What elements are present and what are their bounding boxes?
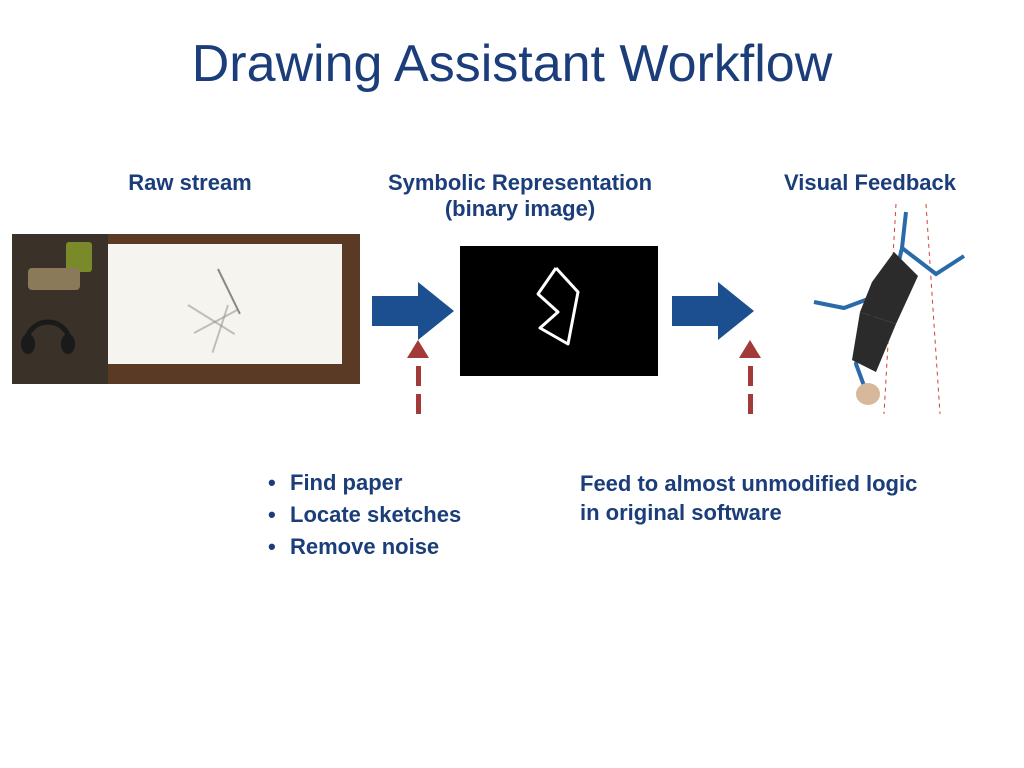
workflow-row	[0, 234, 1024, 404]
processing-step: Locate sketches	[268, 502, 548, 528]
feed-note: Feed to almost unmodified logic in origi…	[580, 470, 920, 527]
processing-step: Find paper	[268, 470, 548, 496]
label-symbolic-line2: (binary image)	[445, 196, 595, 221]
arrow-right-icon	[672, 282, 754, 345]
raw-stream-image	[12, 234, 360, 384]
label-raw-stream: Raw stream	[40, 170, 340, 196]
drawing-board	[12, 234, 360, 384]
dashed-arrow-up-icon	[736, 340, 764, 430]
phone-icon	[28, 268, 80, 290]
arrow-right-icon	[372, 282, 454, 345]
label-symbolic-line1: Symbolic Representation	[388, 170, 652, 195]
slide: Drawing Assistant Workflow Raw stream Sy…	[0, 0, 1024, 768]
processing-steps-list: Find paper Locate sketches Remove noise	[268, 470, 548, 566]
slide-title: Drawing Assistant Workflow	[0, 34, 1024, 94]
binary-image	[460, 246, 658, 376]
desk-clutter	[12, 234, 108, 384]
label-visual-feedback: Visual Feedback	[740, 170, 1000, 196]
paper-sheet	[108, 244, 342, 364]
dashed-arrow-up-icon	[404, 340, 432, 430]
label-symbolic: Symbolic Representation (binary image)	[370, 170, 670, 223]
headphones-icon	[18, 304, 78, 354]
visual-feedback-image	[796, 204, 996, 414]
processing-step: Remove noise	[268, 534, 548, 560]
